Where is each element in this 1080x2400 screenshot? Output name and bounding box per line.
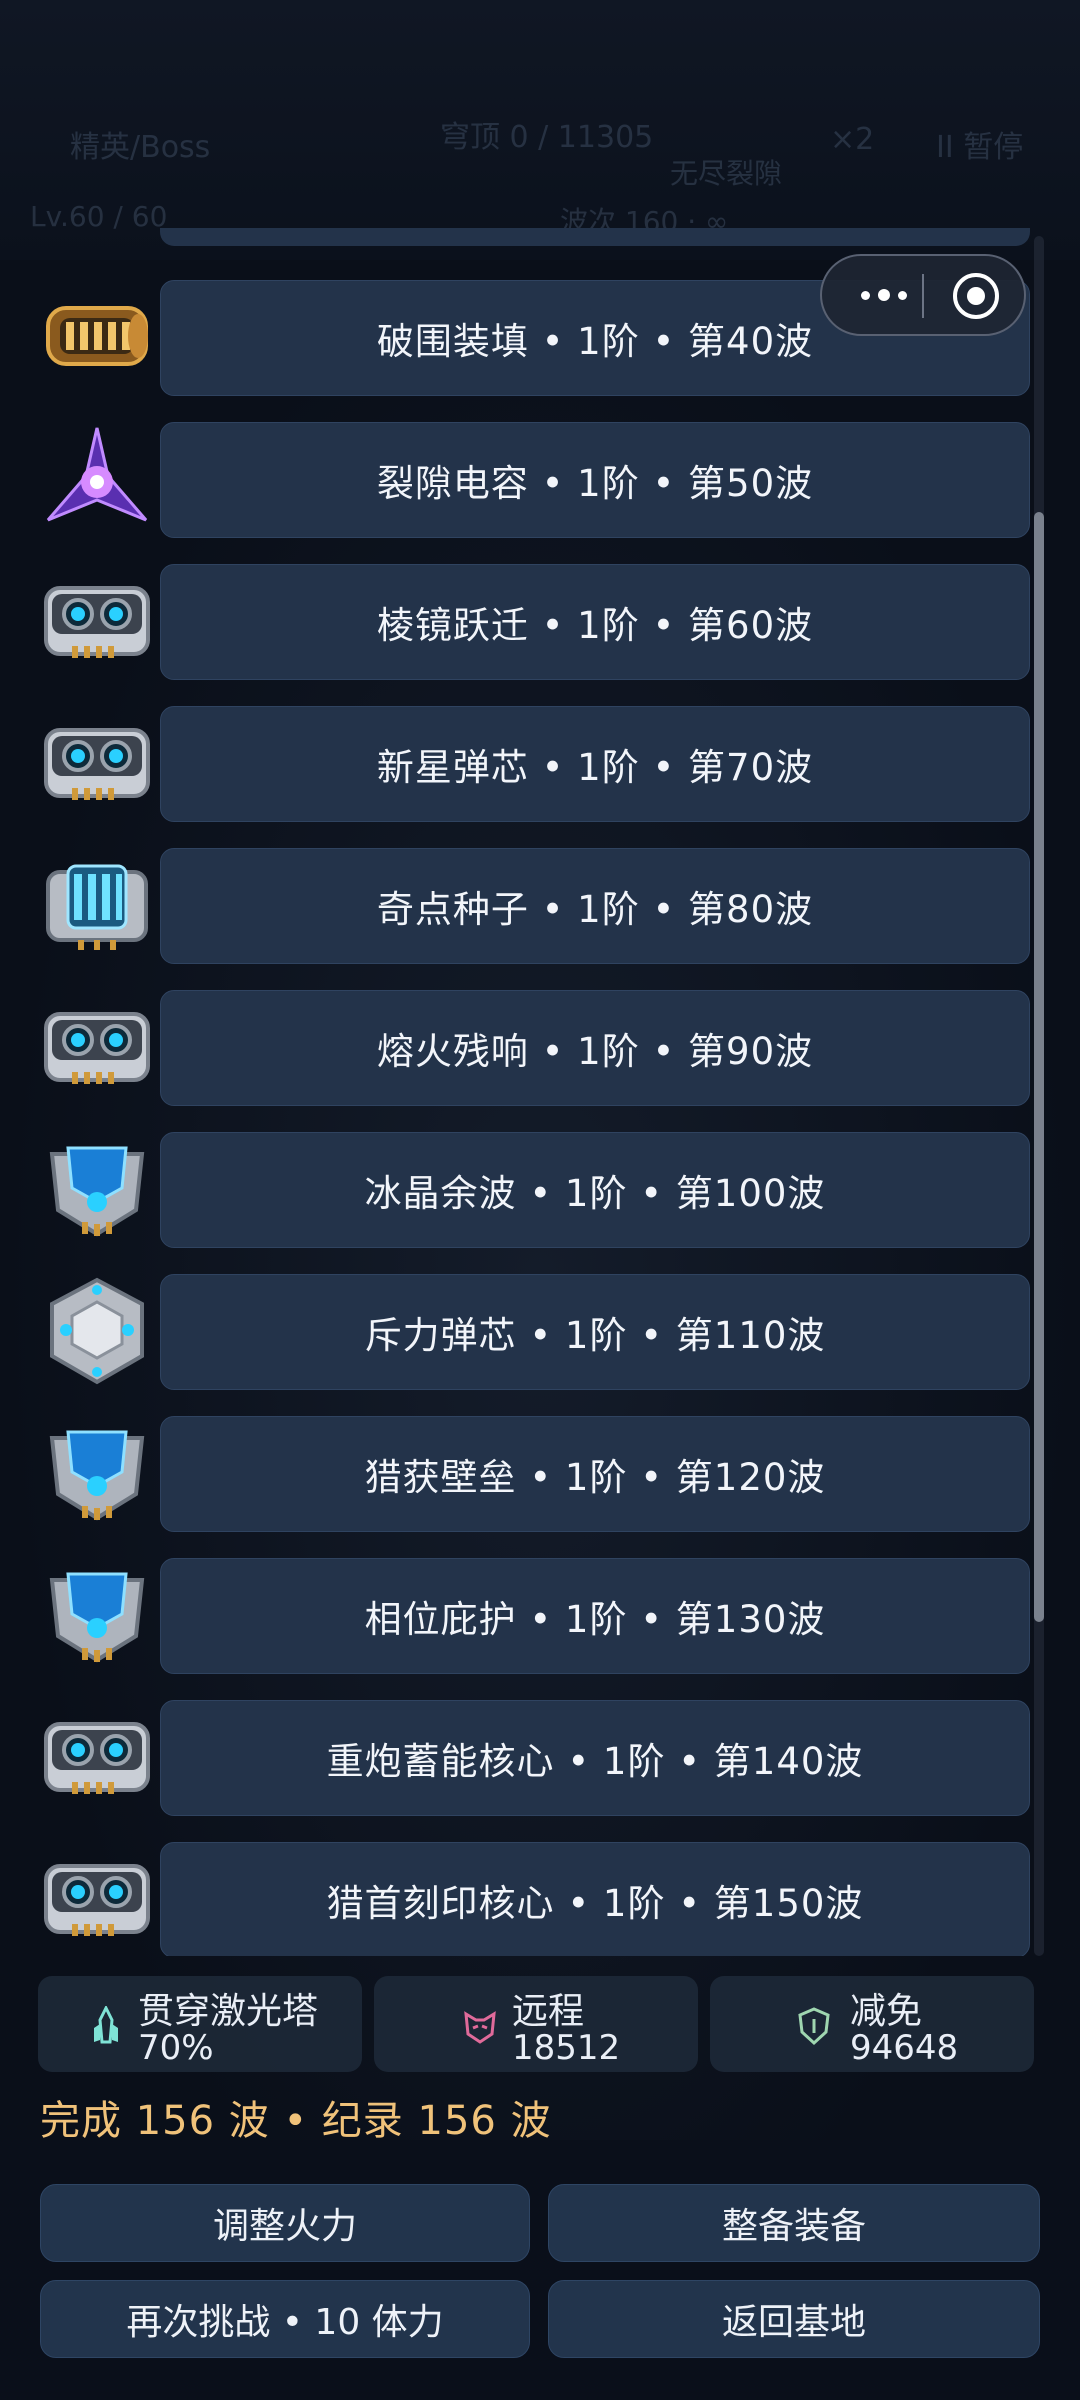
reward-label: 猎首刻印核心 • 1阶 • 第150波 (160, 1842, 1030, 1956)
reward-label: 猎获壁垒 • 1阶 • 第120波 (160, 1416, 1030, 1532)
reward-row[interactable]: 重炮蓄能核心 • 1阶 • 第140波 (30, 1690, 1032, 1832)
return-base-button[interactable]: 返回基地 (548, 2280, 1040, 2358)
hud-level: Lv.60 / 60 (30, 200, 168, 233)
capsule-divider (922, 274, 924, 318)
hud-elite-boss-label: 精英/Boss (70, 130, 211, 165)
reward-label: 裂隙电容 • 1阶 • 第50波 (160, 422, 1030, 538)
twin-lens-module-icon (38, 1840, 156, 1956)
twin-lens-module-icon (38, 704, 156, 822)
reward-label: 奇点种子 • 1阶 • 第80波 (160, 848, 1030, 964)
stats-row: 贯穿激光塔 70% 远程 18512 减免 94648 (38, 1976, 1042, 2076)
stat-label: 减免 (850, 1991, 923, 2032)
shield-outline-icon (798, 2007, 830, 2046)
stat-value: 94648 (850, 2028, 959, 2068)
twin-lens-module-icon (38, 1698, 156, 1816)
gold-cannon-core-icon (38, 278, 156, 396)
wave-summary: 完成 156 波 • 纪录 156 波 (40, 2098, 552, 2144)
reward-label: 相位庇护 • 1阶 • 第130波 (160, 1558, 1030, 1674)
energy-cell-module-icon (38, 846, 156, 964)
twin-lens-module-icon (38, 562, 156, 680)
stat-ranged: 远程 18512 (374, 1976, 698, 2072)
purple-crystal-ship-icon (38, 420, 156, 538)
adjust-fire-button[interactable]: 调整火力 (40, 2184, 530, 2262)
reward-list[interactable]: 破围装填 • 1阶 • 第40波 裂隙电容 • 1阶 • 第50波 棱镜跃迁 • 1… (0, 236, 1080, 1956)
reward-row[interactable]: 棱镜跃迁 • 1阶 • 第60波 (30, 554, 1032, 696)
retry-button[interactable]: 再次挑战 • 10 体力 (40, 2280, 530, 2358)
shield-module-icon (38, 1556, 156, 1674)
reward-row[interactable]: 奇点种子 • 1阶 • 第80波 (30, 838, 1032, 980)
laser-tower-icon (94, 2006, 118, 2044)
hud-pause: II 暂停 (936, 130, 1024, 165)
shield-module-icon (38, 1130, 156, 1248)
reward-row[interactable]: 猎获壁垒 • 1阶 • 第120波 (30, 1406, 1032, 1548)
reward-label: 新星弹芯 • 1阶 • 第70波 (160, 706, 1030, 822)
mini-program-capsule (820, 254, 1026, 336)
stat-label: 贯穿激光塔 (138, 1991, 319, 2032)
reward-row[interactable]: 新星弹芯 • 1阶 • 第70波 (30, 696, 1032, 838)
hud-dome-counter: 穹顶 0 / 11305 (440, 120, 654, 155)
background-hud: 精英/Boss 穹顶 0 / 11305 ×2 II 暂停 无尽裂隙 Lv.60… (0, 0, 1080, 260)
reward-row[interactable]: 冰晶余波 • 1阶 • 第100波 (30, 1122, 1032, 1264)
stat-label: 远程 (512, 1991, 585, 2032)
ranged-mask-icon (464, 2011, 496, 2044)
reward-row[interactable]: 裂隙电容 • 1阶 • 第50波 (30, 412, 1032, 554)
hud-mode: 无尽裂隙 (670, 157, 783, 190)
reward-label: 冰晶余波 • 1阶 • 第100波 (160, 1132, 1030, 1248)
reward-row[interactable]: 相位庇护 • 1阶 • 第130波 (30, 1548, 1032, 1690)
scrollbar-thumb[interactable] (1034, 512, 1044, 1622)
reward-row[interactable]: 猎首刻印核心 • 1阶 • 第150波 (30, 1832, 1032, 1956)
hud-speed: ×2 (830, 122, 875, 157)
reward-row[interactable]: 熔火残响 • 1阶 • 第90波 (30, 980, 1032, 1122)
reward-label: 棱镜跃迁 • 1阶 • 第60波 (160, 564, 1030, 680)
stat-reduction: 减免 94648 (710, 1976, 1034, 2072)
stat-laser-tower: 贯穿激光塔 70% (38, 1976, 362, 2072)
reward-label: 斥力弹芯 • 1阶 • 第110波 (160, 1274, 1030, 1390)
hex-core-module-icon (38, 1272, 156, 1390)
reward-label: 熔火残响 • 1阶 • 第90波 (160, 990, 1030, 1106)
more-dots-icon[interactable] (844, 256, 924, 334)
equip-button[interactable]: 整备装备 (548, 2184, 1040, 2262)
reward-row[interactable]: 斥力弹芯 • 1阶 • 第110波 (30, 1264, 1032, 1406)
stat-value: 70% (138, 2028, 214, 2068)
twin-lens-module-icon (38, 988, 156, 1106)
shield-module-icon (38, 1414, 156, 1532)
reward-label: 重炮蓄能核心 • 1阶 • 第140波 (160, 1700, 1030, 1816)
target-circle-icon[interactable] (950, 270, 1002, 322)
stat-value: 18512 (512, 2028, 621, 2068)
